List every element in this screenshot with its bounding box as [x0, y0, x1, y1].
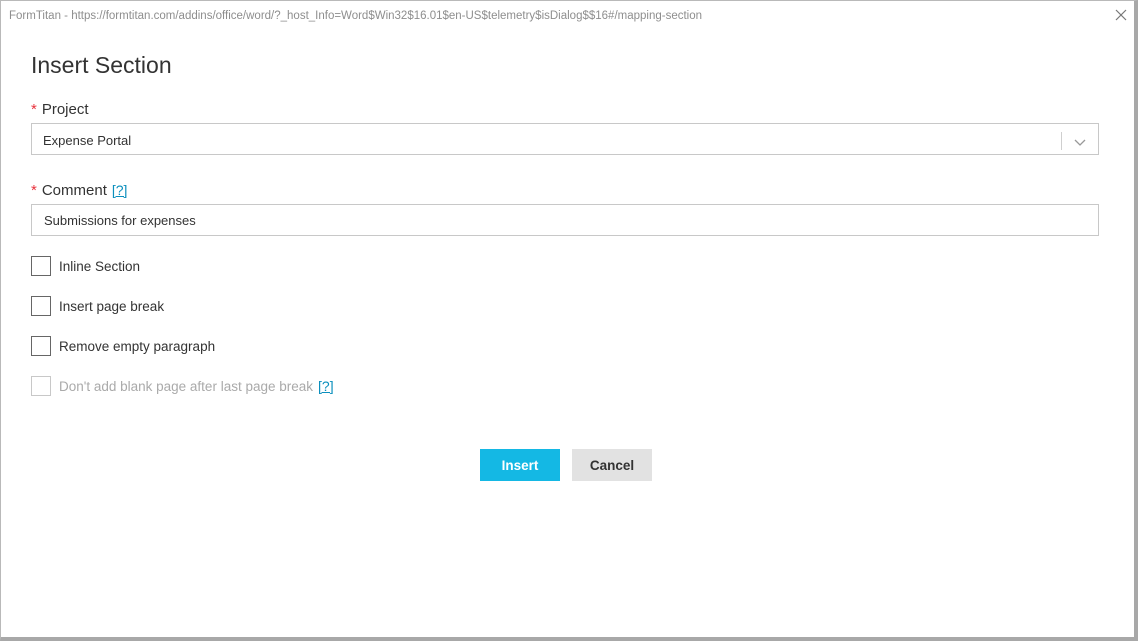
comment-input[interactable]: [31, 204, 1099, 236]
insert-page-break-label: Insert page break: [59, 298, 165, 314]
title-bar: FormTitan - https://formtitan.com/addins…: [1, 1, 1134, 32]
project-label: * Project: [31, 101, 89, 118]
dialog-title: Insert Section: [31, 52, 172, 78]
window-title: FormTitan - https://formtitan.com/addins…: [9, 10, 703, 22]
no-blank-page-checkbox: [31, 376, 51, 396]
chevron-down-icon[interactable]: [1073, 135, 1087, 146]
required-marker: *: [31, 182, 37, 199]
no-blank-page-help-link[interactable]: [?]: [318, 378, 334, 394]
dialog-window: FormTitan - https://formtitan.com/addins…: [0, 0, 1138, 641]
close-icon[interactable]: [1112, 6, 1130, 24]
inline-section-label: Inline Section: [59, 258, 141, 274]
project-select[interactable]: Expense Portal: [31, 123, 1099, 155]
comment-label: * Comment [?]: [31, 182, 127, 199]
no-blank-page-label: Don't add blank page after last page bre…: [59, 378, 314, 394]
project-selected-value: Expense Portal: [43, 133, 132, 148]
project-label-text: Project: [41, 101, 89, 118]
comment-label-text: Comment: [41, 182, 107, 199]
select-divider: [1061, 132, 1062, 150]
insert-button[interactable]: Insert: [480, 449, 560, 481]
cancel-button[interactable]: Cancel: [572, 449, 652, 481]
comment-help-link[interactable]: [?]: [112, 182, 128, 198]
insert-page-break-checkbox[interactable]: [31, 296, 51, 316]
required-marker: *: [31, 101, 37, 118]
inline-section-option[interactable]: Inline Section: [31, 255, 140, 277]
no-blank-page-option: Don't add blank page after last page bre…: [31, 375, 334, 397]
insert-page-break-option[interactable]: Insert page break: [31, 295, 164, 317]
remove-empty-paragraph-option[interactable]: Remove empty paragraph: [31, 335, 215, 357]
inline-section-checkbox[interactable]: [31, 256, 51, 276]
remove-empty-paragraph-checkbox[interactable]: [31, 336, 51, 356]
remove-empty-paragraph-label: Remove empty paragraph: [59, 338, 216, 354]
